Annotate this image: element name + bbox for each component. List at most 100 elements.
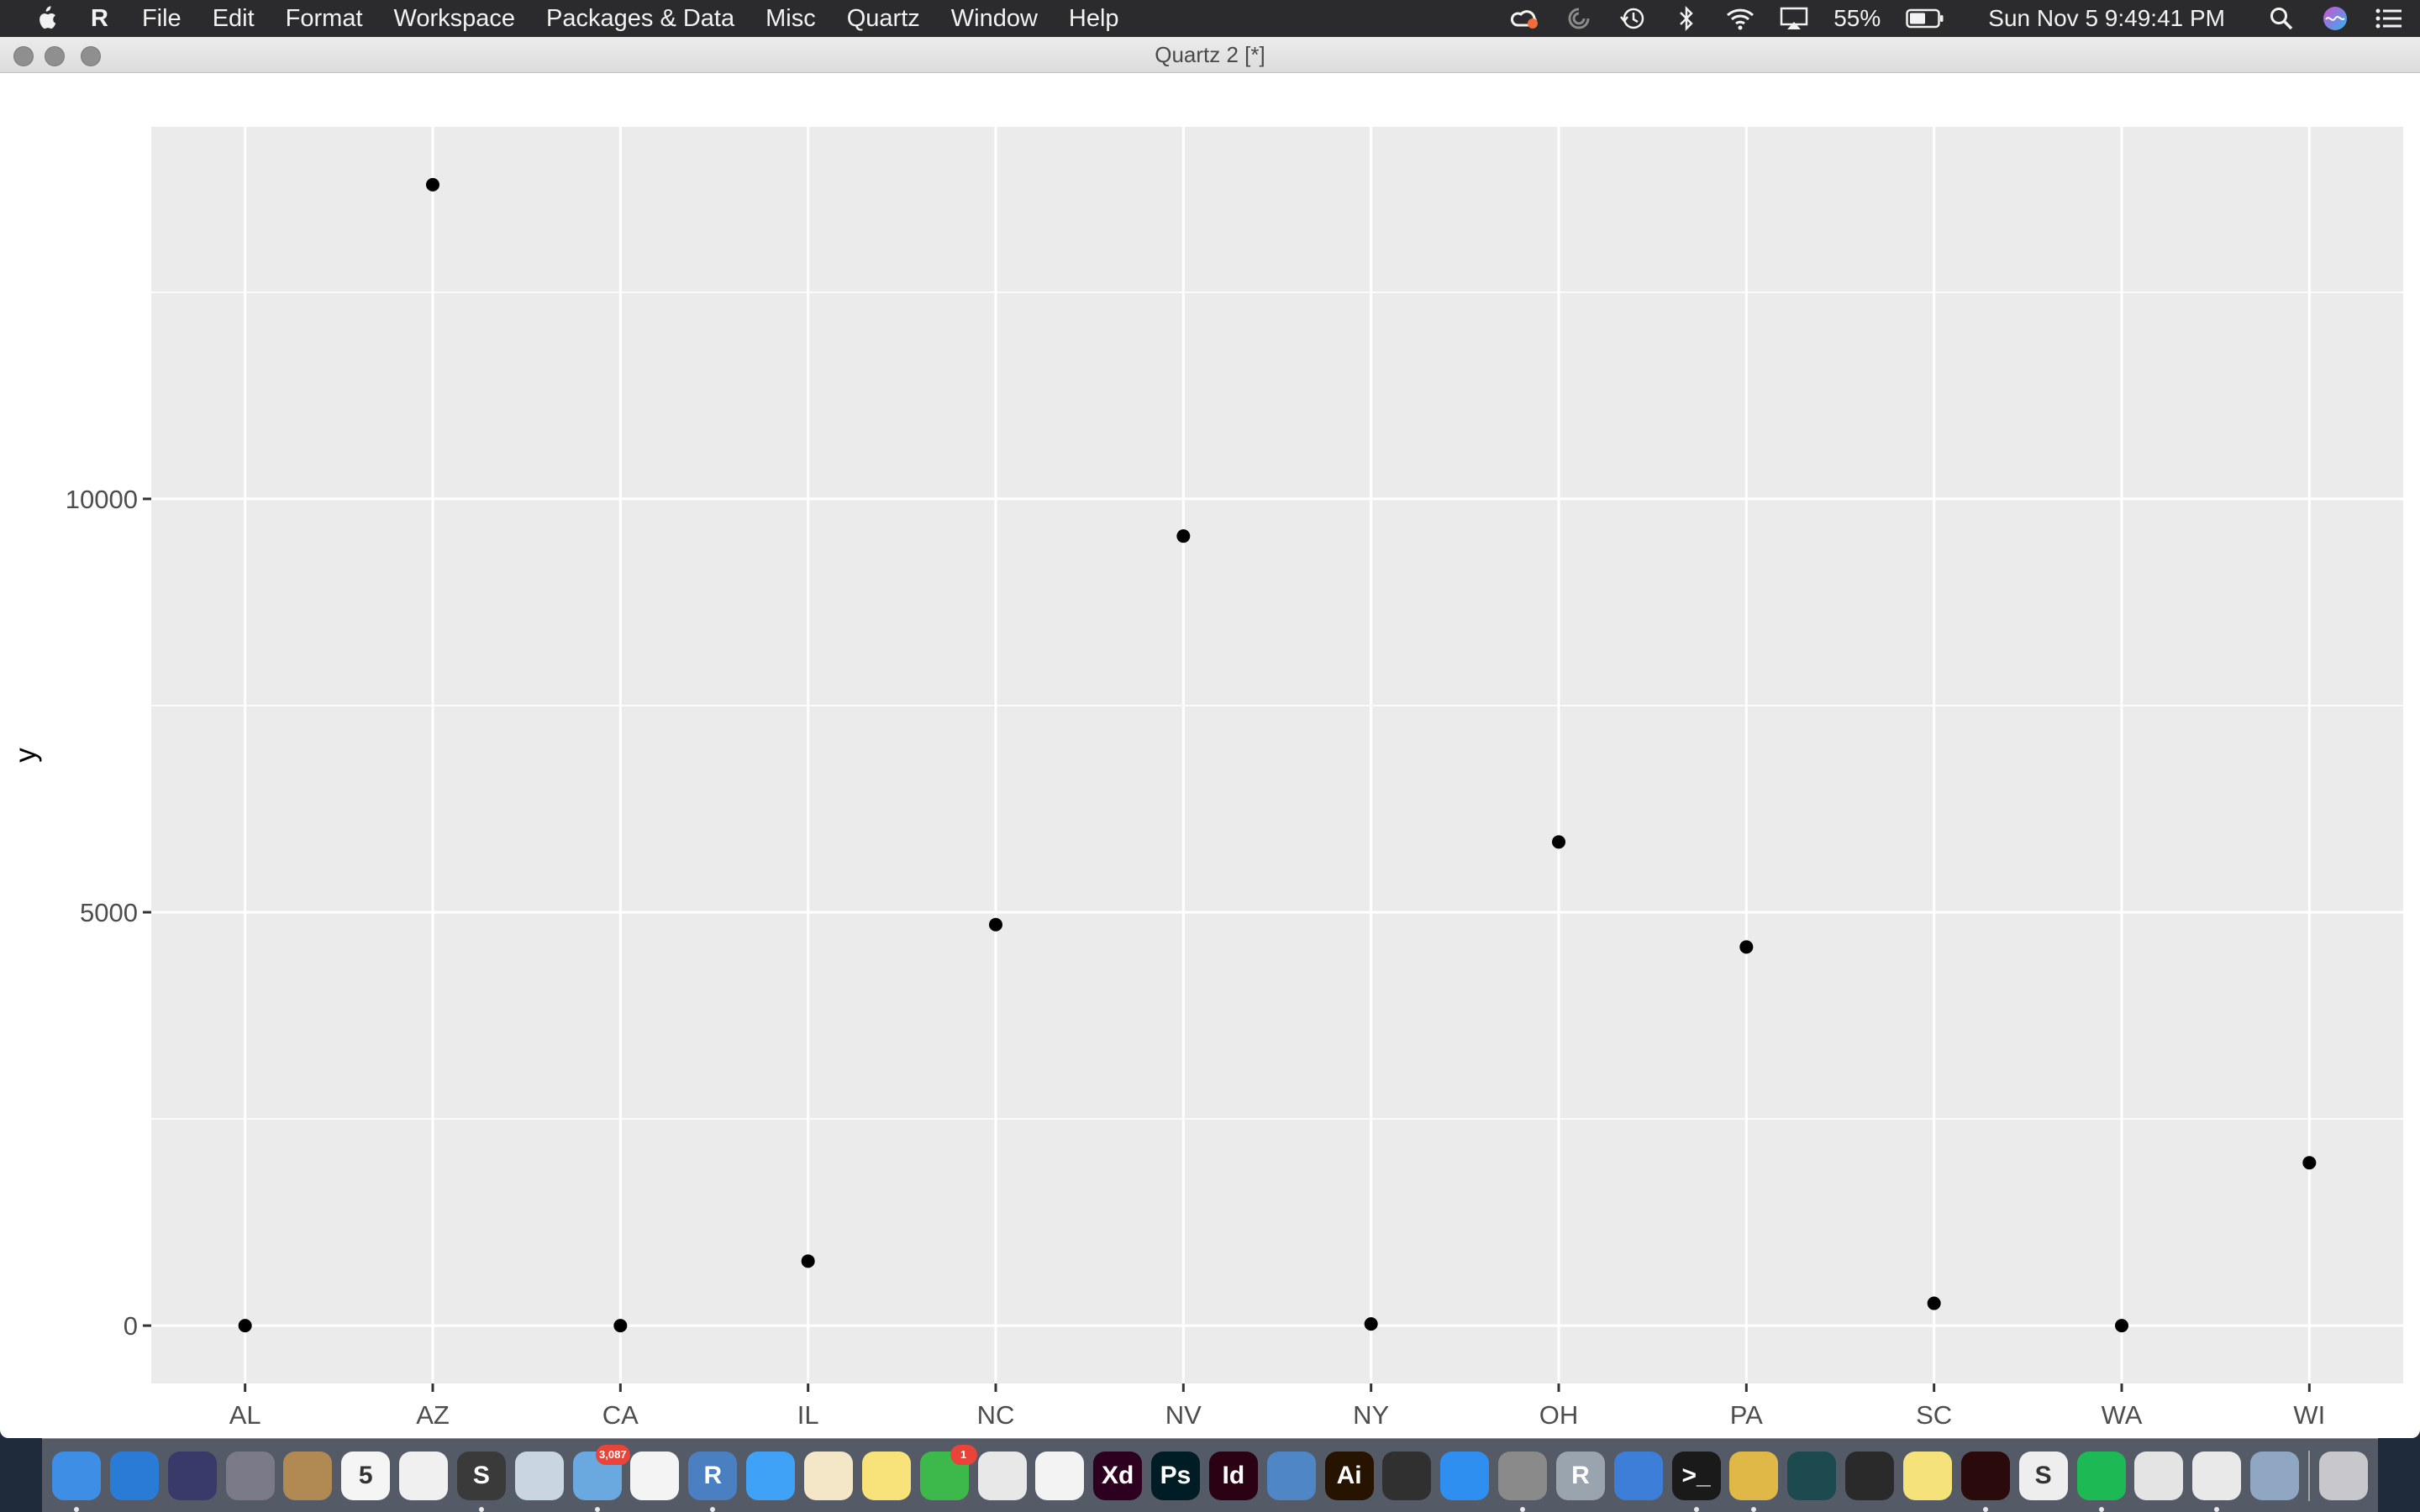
- photoshop-icon[interactable]: Ps: [1151, 1451, 1201, 1500]
- creative-cloud-icon[interactable]: [1511, 4, 1539, 33]
- textwrangler-icon[interactable]: [2134, 1451, 2184, 1500]
- data-point-az: [426, 177, 439, 192]
- app-menu-r[interactable]: R: [91, 5, 108, 33]
- sync-icon[interactable]: [1565, 4, 1593, 33]
- dock-icon-glyph: Id: [1222, 1461, 1245, 1489]
- data-point-ny: [1364, 1317, 1378, 1331]
- sequel-pro-icon[interactable]: [1729, 1451, 1779, 1512]
- menu-misc[interactable]: Misc: [765, 5, 816, 33]
- running-indicator: [1693, 1506, 1699, 1512]
- scanner-icon[interactable]: [1845, 1451, 1895, 1500]
- launchpad-icon[interactable]: [225, 1451, 275, 1500]
- running-indicator: [1520, 1506, 1526, 1512]
- rstudio-icon[interactable]: R: [1555, 1451, 1605, 1500]
- contacts-icon[interactable]: [283, 1451, 333, 1500]
- siri-icon[interactable]: [167, 1451, 217, 1500]
- quartz-window: Quartz 2 [*] 0 5000 10000 AL AZ CA IL NC NV NY OH P…: [0, 37, 2420, 1438]
- data-point-oh: [1552, 835, 1565, 849]
- x-tick-label: PA: [1730, 1400, 1763, 1430]
- sublime-text-icon[interactable]: S: [456, 1451, 506, 1512]
- menu-quartz[interactable]: Quartz: [847, 5, 920, 33]
- wifi-icon[interactable]: [1726, 4, 1754, 33]
- illustrator-icon[interactable]: Ai: [1324, 1451, 1374, 1500]
- x-tick-label: NY: [1353, 1400, 1389, 1430]
- apple-menu-icon[interactable]: [34, 4, 59, 33]
- app-store-icon[interactable]: [1440, 1451, 1490, 1500]
- safari-icon[interactable]: [109, 1451, 159, 1500]
- x-tick-label: NV: [1165, 1400, 1202, 1430]
- reminders-icon[interactable]: [399, 1451, 449, 1500]
- menu-window[interactable]: Window: [951, 5, 1038, 33]
- r-icon[interactable]: R: [688, 1451, 738, 1512]
- image-capture-icon[interactable]: [2250, 1451, 2300, 1500]
- calendar-icon[interactable]: 5: [341, 1451, 391, 1500]
- adobe-xd-icon[interactable]: Xd: [1093, 1451, 1143, 1500]
- y-tick-label: 0: [124, 1311, 138, 1341]
- data-point-nc: [989, 917, 1002, 932]
- facetime-icon[interactable]: 1: [919, 1444, 977, 1500]
- dock-icon-glyph: Ps: [1160, 1461, 1192, 1489]
- x-tick-label: WA: [2102, 1400, 2143, 1430]
- dock-badge: 3,087: [596, 1444, 630, 1465]
- trash-icon[interactable]: [2318, 1451, 2368, 1500]
- keynote-icon[interactable]: [1613, 1451, 1663, 1500]
- airplay-icon[interactable]: [1780, 4, 1808, 33]
- tooth-app-icon[interactable]: [1382, 1451, 1432, 1500]
- running-indicator: [478, 1506, 484, 1512]
- gitkraken-icon[interactable]: [1787, 1451, 1837, 1500]
- notes-icon[interactable]: [861, 1451, 911, 1500]
- x-tick-label: AZ: [416, 1400, 450, 1430]
- dock-badge: 1: [950, 1444, 977, 1465]
- window-titlebar[interactable]: Quartz 2 [*]: [0, 37, 2420, 73]
- scrivener-icon[interactable]: S: [2018, 1451, 2068, 1500]
- data-point-wa: [2115, 1319, 2128, 1333]
- siri-icon[interactable]: [2321, 4, 2349, 33]
- battery-icon[interactable]: [1906, 4, 1944, 33]
- x-tick-label: NC: [977, 1400, 1015, 1430]
- notification-center-icon[interactable]: [2375, 4, 2403, 33]
- system-preferences-icon[interactable]: [1498, 1451, 1548, 1512]
- time-machine-icon[interactable]: [1618, 4, 1647, 33]
- x-tick-label: IL: [797, 1400, 819, 1430]
- menu-file[interactable]: File: [142, 5, 182, 33]
- window-title: Quartz 2 [*]: [1155, 42, 1265, 67]
- bluetooth-icon[interactable]: [1672, 4, 1701, 33]
- plot-area: 0500010000ALAZCAILNCNVNYOHPASCWAWIxy: [0, 73, 2420, 1438]
- running-indicator: [74, 1506, 79, 1512]
- textedit-icon[interactable]: [803, 1451, 853, 1500]
- dock-icon-glyph: Ai: [1336, 1461, 1362, 1489]
- chrome-icon[interactable]: [2192, 1451, 2242, 1512]
- itunes-icon[interactable]: [1035, 1451, 1085, 1500]
- preview-icon[interactable]: [514, 1451, 564, 1500]
- menu-workspace[interactable]: Workspace: [394, 5, 516, 33]
- running-indicator: [2098, 1506, 2104, 1512]
- mail-icon[interactable]: 3,087: [572, 1444, 630, 1512]
- terminal-icon[interactable]: >_: [1671, 1451, 1721, 1512]
- indesign-icon[interactable]: Id: [1208, 1451, 1258, 1500]
- numbers-icon[interactable]: [977, 1451, 1027, 1500]
- finder-icon[interactable]: [52, 1451, 101, 1512]
- photos-icon[interactable]: [630, 1451, 680, 1500]
- stickies-icon[interactable]: [1903, 1451, 1952, 1500]
- menu-edit[interactable]: Edit: [213, 5, 255, 33]
- running-indicator: [1982, 1506, 1988, 1512]
- spotlight-search-icon[interactable]: [2267, 4, 2296, 33]
- menu-format[interactable]: Format: [286, 5, 363, 33]
- running-indicator: [1751, 1506, 1757, 1512]
- x-tick-label: CA: [602, 1400, 639, 1430]
- menu-help[interactable]: Help: [1069, 5, 1119, 33]
- y-tick-label: 5000: [80, 898, 138, 927]
- acrobat-icon[interactable]: [1960, 1451, 2010, 1512]
- dock: 5 S 3,087 R 1 Xd Ps Id Ai R >_ S: [42, 1438, 2378, 1512]
- data-point-ca: [613, 1319, 628, 1333]
- plot-panel: [151, 127, 2403, 1383]
- keynote-presenter-icon[interactable]: [1266, 1451, 1316, 1500]
- running-indicator: [710, 1506, 716, 1512]
- dock-icon-glyph: 5: [358, 1461, 373, 1489]
- menubar-clock[interactable]: Sun Nov 5 9:49:41 PM: [1988, 5, 2225, 32]
- status-area: 55% Sun Nov 5 9:49:41 PM: [1511, 0, 2403, 37]
- menu-packages-data[interactable]: Packages & Data: [546, 5, 734, 33]
- messages-icon[interactable]: [746, 1451, 796, 1500]
- spotify-icon[interactable]: [2076, 1451, 2126, 1512]
- dock-icon-glyph: R: [703, 1461, 723, 1489]
